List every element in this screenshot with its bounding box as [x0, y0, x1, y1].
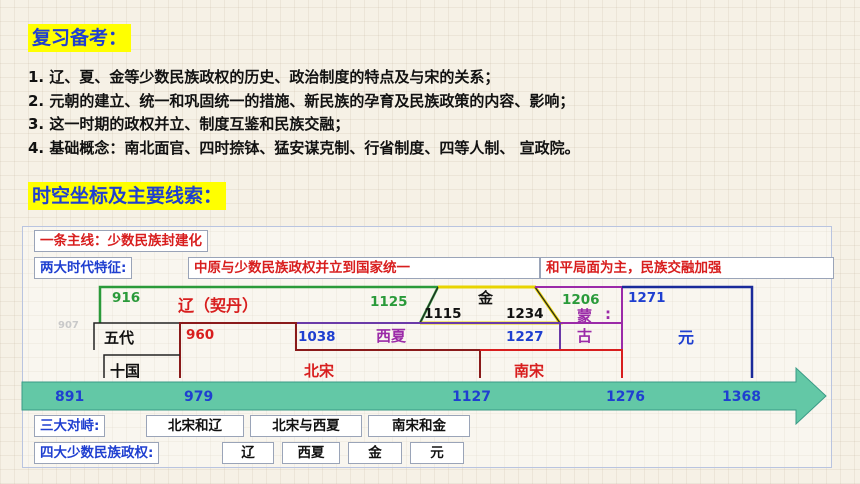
minority-liao: 辽 [222, 442, 274, 464]
minority-yuan: 元 [410, 442, 464, 464]
minority-jin: 金 [348, 442, 402, 464]
confrontations-label: 三大对峙: [34, 415, 106, 437]
regime-yuan: 元 [678, 328, 695, 347]
regime-menggu-2: 古 [577, 327, 593, 345]
timeline-diagram [21, 285, 827, 426]
year-907: 907 [58, 320, 79, 331]
minorities-label: 四大少数民族政权: [34, 442, 160, 464]
nansong-line [480, 349, 623, 378]
confrontation-1: 北宋和辽 [146, 415, 244, 437]
axis-tick-1368: 1368 [722, 389, 761, 405]
regime-menggu-1: 蒙 [577, 307, 593, 325]
regime-jin: 金 [478, 289, 494, 307]
axis-tick-891: 891 [55, 389, 85, 405]
regime-wudai: 五代 [104, 329, 135, 347]
year-1227: 1227 [506, 329, 544, 345]
confrontation-3: 南宋和金 [368, 415, 470, 437]
regime-menggu-sep: : [605, 305, 611, 323]
year-1271: 1271 [628, 290, 666, 306]
year-1234: 1234 [506, 306, 544, 322]
regime-nansong: 南宋 [514, 362, 545, 380]
year-960: 960 [186, 327, 215, 343]
minority-xixia: 西夏 [282, 442, 340, 464]
year-1206: 1206 [562, 292, 600, 308]
year-1115: 1115 [424, 306, 462, 322]
regime-liao: 辽（契丹） [178, 296, 259, 315]
year-1125: 1125 [370, 294, 408, 310]
confrontation-2: 北宋与西夏 [250, 415, 362, 437]
axis-tick-1127: 1127 [452, 389, 491, 405]
year-916: 916 [112, 290, 141, 306]
regime-xixia: 西夏 [376, 327, 407, 345]
year-1038: 1038 [298, 329, 336, 345]
regime-beisong: 北宋 [304, 362, 335, 380]
axis-tick-979: 979 [184, 389, 214, 405]
regime-shiguo: 十国 [110, 362, 141, 380]
axis-tick-1276: 1276 [606, 389, 645, 405]
